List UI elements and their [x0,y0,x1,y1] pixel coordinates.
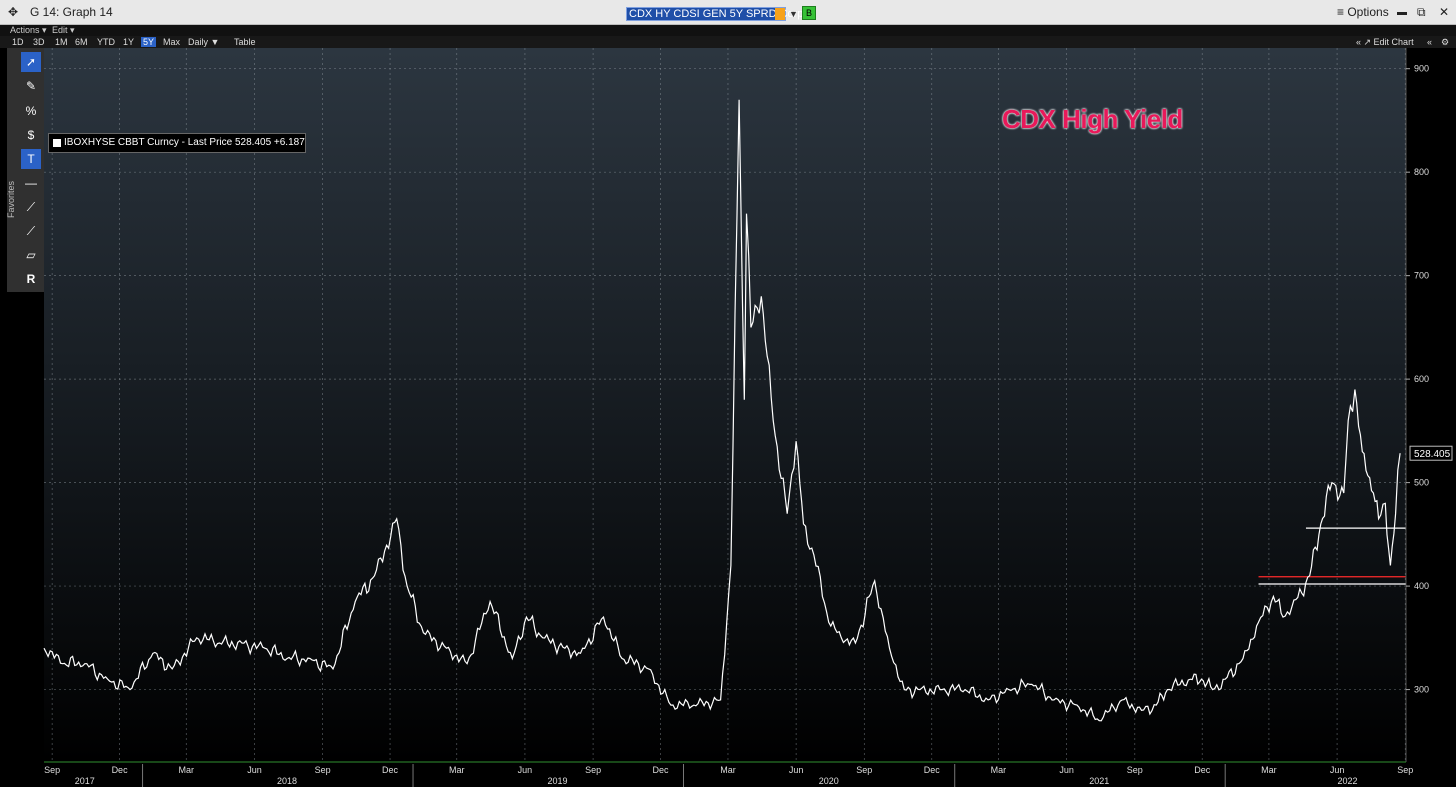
x-tick-label: Mar [720,765,736,775]
x-year-label: 2017 [75,776,95,786]
y-tick-label: 900 [1414,64,1429,74]
x-tick-label: Dec [382,765,399,775]
x-tick-label: Dec [1194,765,1211,775]
x-tick-label: Sep [315,765,331,775]
x-tick-label: Mar [991,765,1007,775]
last-price-label: 528.405 [1414,449,1451,460]
y-tick-label: 800 [1414,167,1429,177]
last-price-tag: 528.405 [1409,445,1453,461]
legend-swatch [53,139,61,147]
x-tick-label: Mar [449,765,465,775]
x-tick-label: Sep [1127,765,1143,775]
y-tick-label: 600 [1414,374,1429,384]
x-tick-label: Dec [924,765,941,775]
x-tick-label: Sep [44,765,60,775]
legend-text: IBOXHYSE CBBT Curncy - Last Price 528.40… [64,137,305,148]
x-tick-label: Sep [585,765,601,775]
x-tick-label: Mar [1261,765,1277,775]
chart-title: CDX High Yield [1002,104,1183,134]
x-year-label: 2022 [1337,776,1357,786]
x-tick-label: Jun [518,765,533,775]
x-year-label: 2020 [819,776,839,786]
x-year-label: 2018 [277,776,297,786]
y-tick-label: 400 [1414,581,1429,591]
x-tick-label: Jun [1330,765,1345,775]
x-tick-label: Jun [1059,765,1074,775]
x-tick-label: Sep [856,765,872,775]
x-tick-label: Dec [653,765,670,775]
x-axis: Sep Dec Mar Jun Sep Dec Mar Jun Sep Dec Mar Jun Sep D… [44,764,1413,787]
x-year-label: 2021 [1089,776,1109,786]
x-year-label: 2019 [548,776,568,786]
x-tick-label: Jun [789,765,804,775]
x-tick-label: Dec [112,765,129,775]
price-chart[interactable]: 300 400 500 600 700 800 900 Sep Dec Mar Jun Sep Dec… [0,0,1456,787]
y-tick-label: 500 [1414,478,1429,488]
x-tick-label: Sep [1397,765,1413,775]
x-tick-label: Jun [247,765,262,775]
legend[interactable]: IBOXHYSE CBBT Curncy - Last Price 528.40… [48,133,306,153]
y-tick-label: 300 [1414,685,1429,695]
y-axis: 300 400 500 600 700 800 900 [1406,64,1429,695]
y-tick-label: 700 [1414,271,1429,281]
x-tick-label: Mar [179,765,195,775]
